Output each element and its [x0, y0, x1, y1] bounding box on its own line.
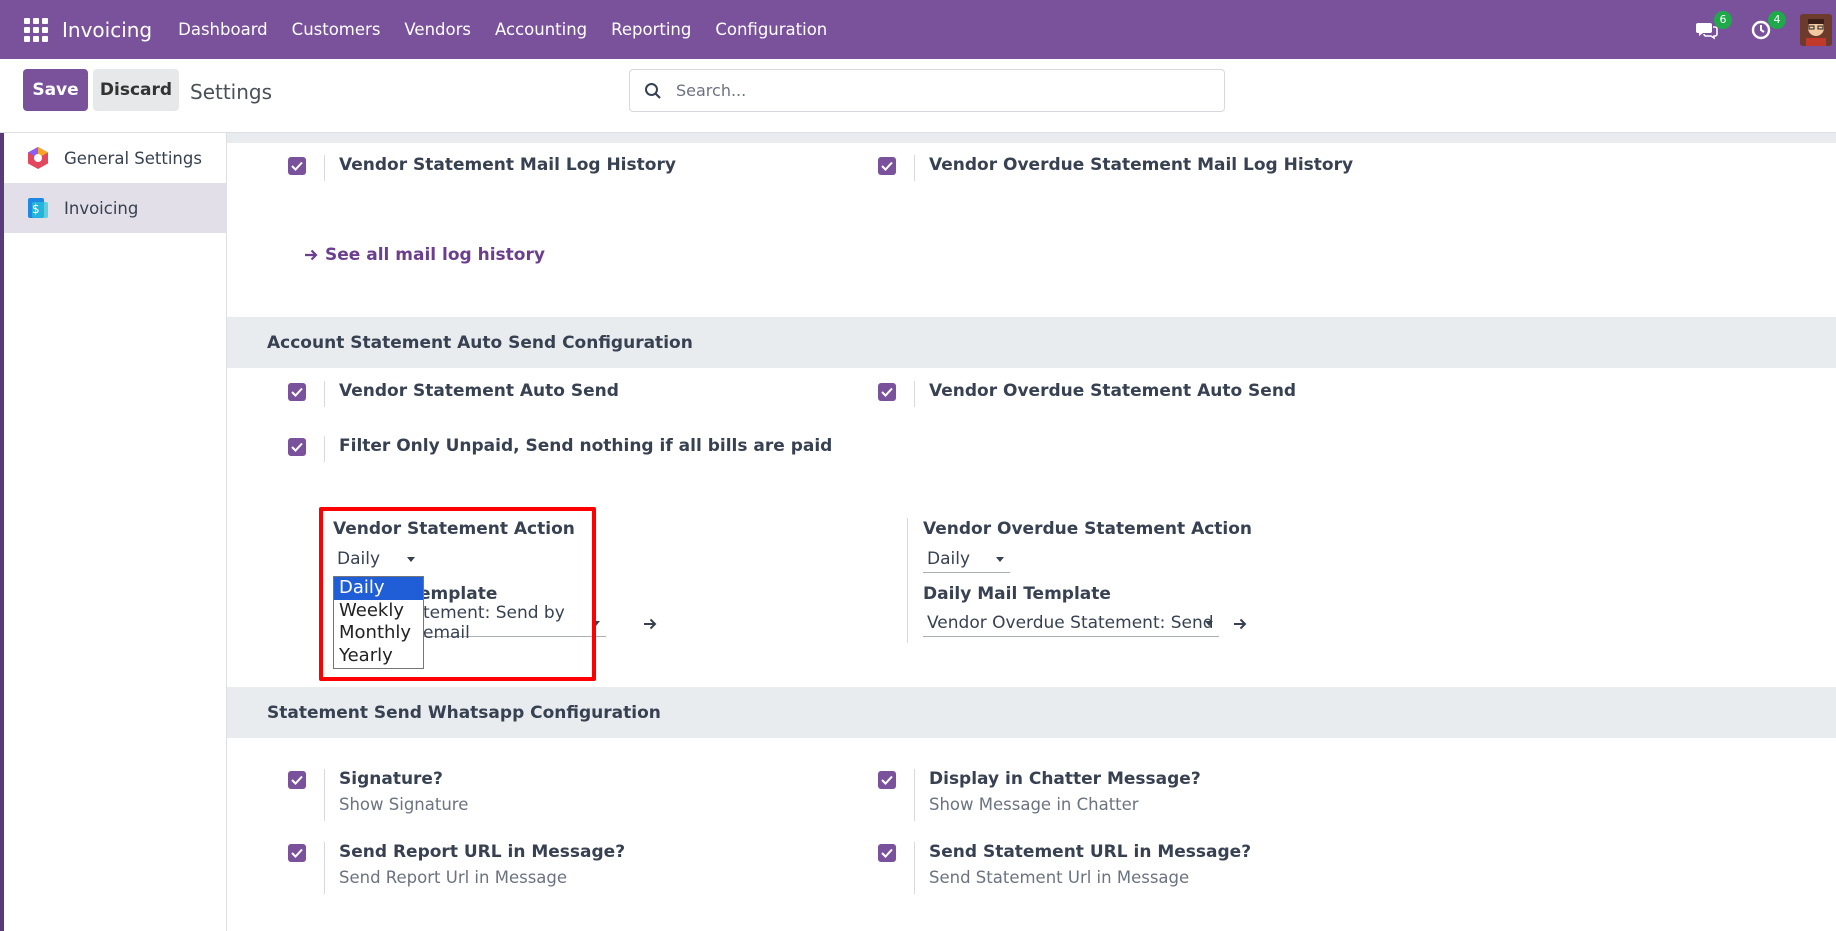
overdue-template-label: Daily Mail Template [923, 584, 1111, 604]
control-panel: Save Discard Settings Search... [0, 59, 1836, 133]
setting-description: Show Signature [339, 795, 469, 814]
dropdown-option-weekly[interactable]: Weekly [334, 600, 423, 623]
user-avatar[interactable] [1800, 13, 1832, 46]
select-value: Vendor Overdue Statement: Send [927, 612, 1214, 633]
page-title: Settings [190, 80, 273, 104]
main-menu: Dashboard Customers Vendors Accounting R… [166, 20, 839, 39]
setting-display-chatter: Display in Chatter Message? Show Message… [878, 769, 1201, 821]
sidebar-item-label: General Settings [64, 148, 202, 168]
overdue-action-select[interactable]: Daily [923, 545, 1010, 573]
activities-icon[interactable]: 4 [1746, 10, 1786, 45]
setting-filter-unpaid: Filter Only Unpaid, Send nothing if all … [288, 436, 832, 462]
messages-badge: 6 [1714, 10, 1732, 29]
divider [324, 769, 325, 821]
apps-menu-icon[interactable] [24, 17, 48, 42]
setting-vendor-overdue-log: Vendor Overdue Statement Mail Log Histor… [878, 155, 1353, 181]
checkbox-vendor-auto-send[interactable] [288, 383, 306, 401]
section-title-whatsapp: Statement Send Whatsapp Configuration [227, 687, 1836, 738]
menu-dashboard[interactable]: Dashboard [166, 20, 280, 39]
search-input[interactable]: Search... [629, 69, 1225, 112]
divider [914, 769, 915, 821]
open-template-arrow-icon[interactable] [1232, 616, 1248, 632]
see-all-mail-log-link[interactable]: See all mail log history [303, 245, 545, 265]
divider [907, 518, 908, 643]
menu-accounting[interactable]: Accounting [483, 20, 599, 39]
divider [324, 842, 325, 894]
chevron-down-icon [1205, 621, 1213, 626]
divider [324, 436, 325, 462]
settings-sidebar: General Settings $ Invoicing [0, 133, 227, 931]
setting-statement-url: Send Statement URL in Message? Send Stat… [878, 842, 1251, 894]
sidebar-item-label: Invoicing [64, 198, 139, 218]
menu-customers[interactable]: Customers [280, 20, 393, 39]
setting-description: Send Statement Url in Message [929, 868, 1190, 887]
select-value: Daily [927, 548, 971, 569]
setting-report-url: Send Report URL in Message? Send Report … [288, 842, 625, 894]
setting-vendor-statement-log: Vendor Statement Mail Log History [288, 155, 676, 181]
setting-signature: Signature? Show Signature [288, 769, 468, 821]
arrow-right-icon [305, 249, 318, 261]
top-navbar: Invoicing Dashboard Customers Vendors Ac… [0, 0, 1836, 59]
dropdown-option-yearly[interactable]: Yearly [334, 645, 423, 668]
checkbox-signature[interactable] [288, 771, 306, 789]
search-placeholder: Search... [676, 81, 747, 100]
setting-description: Show Message in Chatter [929, 795, 1139, 814]
setting-title: Vendor Overdue Statement Auto Send [929, 381, 1297, 401]
checkbox-report-url[interactable] [288, 844, 306, 862]
divider [324, 155, 325, 181]
vendor-action-dropdown[interactable]: Daily Weekly Monthly Yearly [333, 576, 424, 669]
navbar-systray: 6 4 [1692, 0, 1836, 59]
general-settings-icon [26, 146, 50, 170]
divider [324, 381, 325, 407]
setting-title: Send Statement URL in Message? [929, 842, 1252, 862]
discard-button[interactable]: Discard [93, 69, 179, 111]
setting-title: Signature? [339, 769, 443, 789]
section-title-auto-send: Account Statement Auto Send Configuratio… [227, 317, 1836, 368]
activities-badge: 4 [1768, 10, 1786, 29]
sidebar-left-rule [0, 133, 4, 931]
setting-description: Send Report Url in Message [339, 868, 568, 887]
setting-title: Display in Chatter Message? [929, 769, 1201, 789]
save-button[interactable]: Save [23, 69, 88, 111]
menu-reporting[interactable]: Reporting [599, 20, 703, 39]
overdue-template-select[interactable]: Vendor Overdue Statement: Send [923, 609, 1219, 637]
messages-icon[interactable]: 6 [1692, 10, 1732, 45]
section-band [227, 133, 1836, 143]
checkbox-vendor-overdue-log[interactable] [878, 157, 896, 175]
checkbox-vendor-statement-log[interactable] [288, 157, 306, 175]
menu-vendors[interactable]: Vendors [392, 20, 483, 39]
search-icon [645, 82, 661, 99]
checkbox-vendor-overdue-auto-send[interactable] [878, 383, 896, 401]
app-brand[interactable]: Invoicing [62, 18, 152, 42]
dropdown-option-monthly[interactable]: Monthly [334, 622, 423, 645]
link-label: See all mail log history [325, 245, 545, 265]
divider [914, 842, 915, 894]
invoicing-icon: $ [26, 196, 50, 220]
setting-title: Filter Only Unpaid, Send nothing if all … [339, 436, 833, 456]
setting-title: Send Report URL in Message? [339, 842, 626, 862]
menu-configuration[interactable]: Configuration [703, 20, 839, 39]
setting-title: Vendor Statement Mail Log History [339, 155, 676, 175]
open-template-arrow-icon[interactable] [642, 616, 658, 632]
checkbox-filter-unpaid[interactable] [288, 438, 306, 456]
setting-title: Vendor Overdue Statement Mail Log Histor… [929, 155, 1354, 175]
divider [914, 381, 915, 407]
divider [914, 155, 915, 181]
checkbox-display-chatter[interactable] [878, 771, 896, 789]
checkbox-statement-url[interactable] [878, 844, 896, 862]
setting-title: Vendor Statement Auto Send [339, 381, 619, 401]
setting-vendor-overdue-auto-send: Vendor Overdue Statement Auto Send [878, 381, 1296, 407]
setting-vendor-auto-send: Vendor Statement Auto Send [288, 381, 619, 407]
svg-text:$: $ [32, 202, 40, 216]
dropdown-option-daily[interactable]: Daily [334, 577, 423, 600]
sidebar-item-general-settings[interactable]: General Settings [4, 133, 226, 183]
sidebar-item-invoicing[interactable]: $ Invoicing [4, 183, 226, 233]
chevron-down-icon [996, 557, 1004, 562]
overdue-action-label: Vendor Overdue Statement Action [923, 519, 1253, 539]
